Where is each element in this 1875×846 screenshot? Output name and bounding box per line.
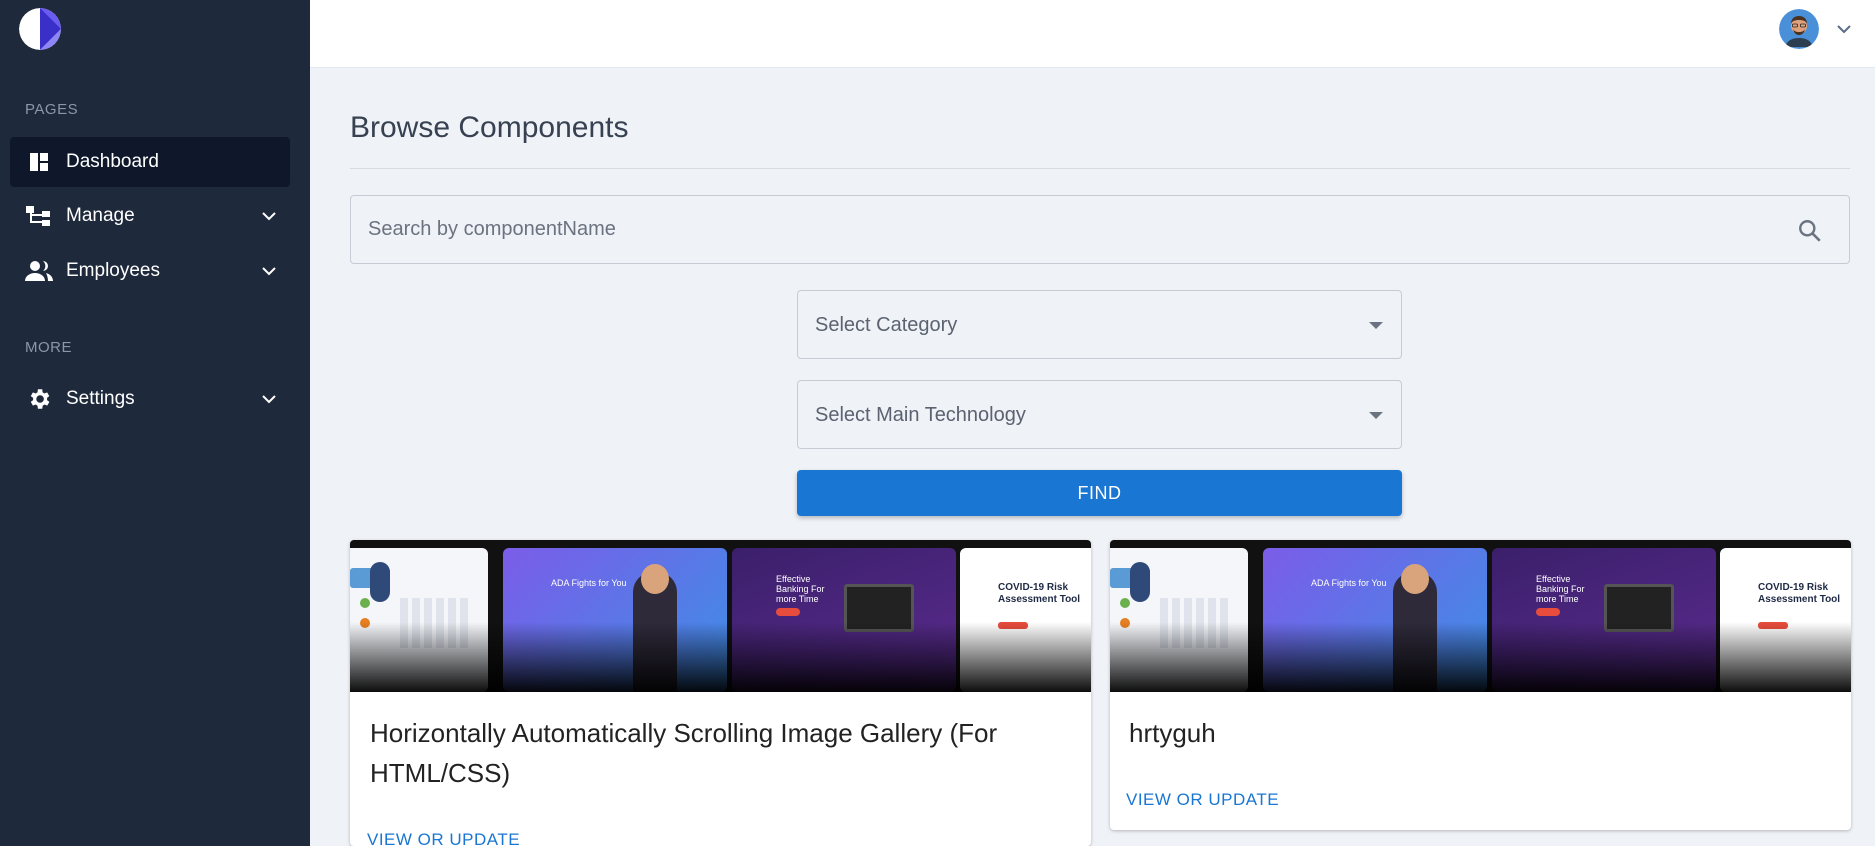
sidebar-item-dashboard[interactable]: Dashboard (10, 137, 290, 187)
component-card: ADA Fights for You Effective Banking For… (1110, 540, 1851, 830)
category-select-value: Select Category (815, 314, 958, 336)
sidebar-item-manage[interactable]: Manage (10, 191, 290, 241)
component-card: ADA Fights for You Effective Banking For… (350, 540, 1091, 846)
search-icon[interactable] (1797, 218, 1823, 244)
sidebar-item-label: Manage (66, 205, 135, 226)
hierarchy-icon (24, 201, 54, 231)
sidebar-item-label: Dashboard (66, 151, 159, 172)
search-input[interactable] (368, 196, 1768, 263)
thumbnail-heading: COVID-19 Risk Assessment Tool (1758, 582, 1841, 605)
thumbnail-heading: Effective Banking For more Time (1536, 574, 1585, 604)
category-select[interactable]: Select Category (797, 290, 1402, 359)
card-title: hrtyguh (1129, 718, 1216, 748)
people-icon (24, 256, 54, 286)
dropdown-arrow-icon (1369, 412, 1383, 419)
chevron-down-icon (262, 212, 276, 221)
view-or-update-link[interactable]: VIEW OR UPDATE (367, 830, 520, 846)
find-button[interactable]: FIND (797, 470, 1402, 516)
dropdown-arrow-icon (1369, 322, 1383, 329)
user-avatar[interactable] (1779, 9, 1819, 49)
sidebar-item-label: Settings (66, 388, 135, 409)
thumbnail-heading: COVID-19 Risk Assessment Tool (998, 582, 1081, 605)
sidebar-item-employees[interactable]: Employees (10, 246, 290, 296)
thumbnail-heading: Effective Banking For more Time (776, 574, 825, 604)
technology-select[interactable]: Select Main Technology (797, 380, 1402, 449)
top-bar (310, 0, 1875, 68)
sidebar-item-settings[interactable]: Settings (10, 374, 290, 424)
thumbnail-heading: ADA Fights for You (551, 578, 627, 588)
sidebar: PAGES Dashboard Manage Employees MORE Se… (0, 0, 310, 846)
chevron-down-icon (262, 395, 276, 404)
page-title: Browse Components (350, 111, 629, 144)
technology-select-value: Select Main Technology (815, 404, 1026, 426)
title-divider (350, 168, 1850, 169)
section-title-more: MORE (25, 339, 72, 356)
search-field[interactable] (350, 195, 1850, 264)
view-or-update-link[interactable]: VIEW OR UPDATE (1126, 790, 1279, 810)
sidebar-item-label: Employees (66, 260, 160, 281)
card-image[interactable]: ADA Fights for You Effective Banking For… (1110, 540, 1851, 692)
app-logo[interactable] (19, 8, 61, 50)
thumbnail-heading: ADA Fights for You (1311, 578, 1387, 588)
chevron-down-icon (262, 267, 276, 276)
dashboard-icon (24, 147, 54, 177)
card-image[interactable]: ADA Fights for You Effective Banking For… (350, 540, 1091, 692)
section-title-pages: PAGES (25, 101, 79, 118)
chevron-down-icon[interactable] (1835, 22, 1853, 36)
card-title: Horizontally Automatically Scrolling Ima… (370, 718, 998, 788)
gear-icon (24, 384, 54, 414)
